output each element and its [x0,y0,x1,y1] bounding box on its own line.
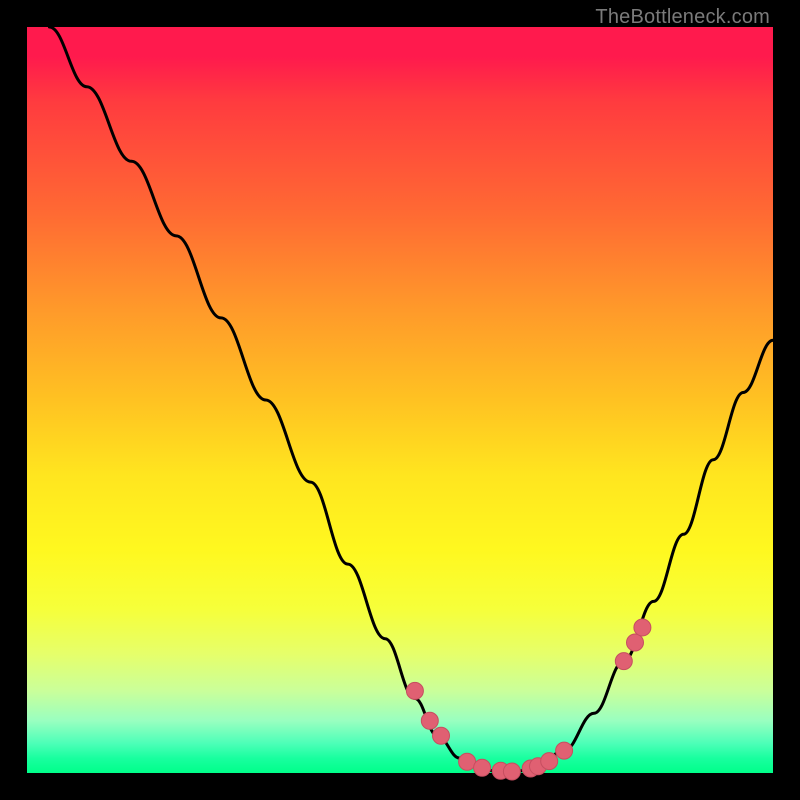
data-point-marker [459,753,476,770]
watermark-text: TheBottleneck.com [595,6,770,29]
data-point-marker [556,742,573,759]
bottleneck-curve [49,27,773,773]
data-point-marker [421,712,438,729]
data-point-marker [541,753,558,770]
data-point-marker [615,653,632,670]
data-point-marker [503,763,520,780]
data-point-marker [406,682,423,699]
data-point-marker [634,619,651,636]
data-point-marker [433,727,450,744]
marker-layer [406,619,651,780]
chart-svg [27,27,773,773]
data-point-marker [627,634,644,651]
curve-layer [49,27,773,773]
data-point-marker [474,759,491,776]
outer-frame: TheBottleneck.com [0,0,800,800]
